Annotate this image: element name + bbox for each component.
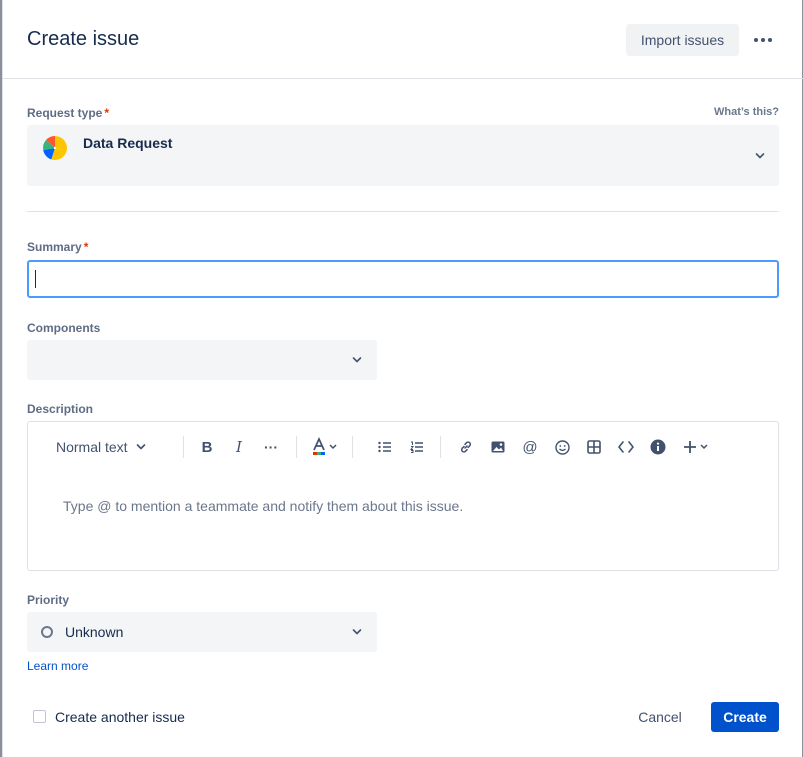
import-issues-button[interactable]: Import issues	[626, 24, 739, 56]
description-label: Description	[27, 402, 94, 416]
create-another-label[interactable]: Create another issue	[55, 709, 185, 725]
more-dot	[768, 38, 772, 42]
emoji-glyph	[554, 439, 570, 455]
priority-value: Unknown	[65, 624, 124, 640]
description-editor[interactable]: Normal text B I ··· @ Type @ to mention …	[27, 421, 779, 571]
request-type-label: Request type *	[27, 106, 109, 120]
image-icon[interactable]	[487, 435, 509, 459]
toolbar-separator	[296, 436, 297, 458]
cancel-button[interactable]: Cancel	[627, 702, 693, 732]
emoji-icon[interactable]	[551, 435, 573, 459]
summary-label-text: Summary	[27, 240, 82, 254]
numbered-list-icon[interactable]	[406, 435, 428, 459]
text-style-dropdown[interactable]: Normal text	[56, 435, 160, 459]
chevron-down-icon	[352, 629, 362, 635]
toolbar-separator	[440, 436, 441, 458]
more-formatting-icon[interactable]: ···	[260, 435, 282, 459]
table-glyph	[587, 440, 601, 454]
create-another-checkbox[interactable]	[33, 710, 46, 723]
request-type-select[interactable]: Data Request	[27, 125, 779, 186]
request-type-label-text: Request type	[27, 106, 103, 120]
section-divider	[27, 211, 779, 212]
code-icon[interactable]	[615, 435, 637, 459]
insert-plus-icon[interactable]	[681, 435, 713, 459]
modal-header: Create issue Import issues	[3, 0, 803, 79]
create-issue-modal: Create issue Import issues Request type *…	[2, 0, 803, 757]
learn-more-link[interactable]: Learn more	[27, 659, 88, 673]
more-actions-button[interactable]	[748, 26, 778, 54]
page-title: Create issue	[27, 28, 140, 50]
more-dots-icon	[754, 38, 758, 42]
components-label: Components	[27, 321, 101, 335]
chevron-down-icon	[136, 444, 145, 450]
link-glyph	[460, 441, 472, 453]
description-placeholder: Type @ to mention a teammate and notify …	[63, 498, 464, 514]
chevron-down-icon	[755, 153, 765, 159]
priority-select[interactable]: Unknown	[27, 612, 377, 652]
toolbar-separator	[352, 436, 353, 458]
insert-plus-glyph	[684, 441, 708, 453]
components-select[interactable]	[27, 340, 377, 380]
bullet-list-glyph	[378, 441, 391, 453]
table-icon[interactable]	[583, 435, 605, 459]
image-glyph	[491, 441, 505, 453]
toolbar-separator	[183, 436, 184, 458]
required-marker: *	[104, 106, 110, 120]
summary-input[interactable]	[27, 260, 779, 298]
priority-label: Priority	[27, 593, 70, 607]
more-dot	[761, 38, 765, 42]
text-cursor	[35, 270, 36, 288]
text-color-icon[interactable]	[311, 435, 343, 459]
mention-icon[interactable]: @	[519, 435, 541, 459]
required-marker: *	[83, 240, 89, 254]
text-color-glyph	[313, 437, 337, 455]
info-icon[interactable]	[647, 435, 669, 459]
chevron-down-icon	[352, 357, 362, 363]
italic-icon[interactable]: I	[228, 435, 250, 459]
info-glyph	[650, 439, 666, 455]
priority-unknown-icon	[41, 626, 53, 638]
link-icon[interactable]	[455, 435, 477, 459]
text-style-value: Normal text	[56, 439, 128, 455]
summary-label: Summary *	[27, 240, 88, 254]
bold-icon[interactable]: B	[196, 435, 218, 459]
whats-this-link[interactable]: What’s this?	[703, 106, 779, 118]
request-type-value: Data Request	[83, 135, 173, 151]
bullet-list-icon[interactable]	[374, 435, 396, 459]
code-glyph	[618, 441, 634, 453]
numbered-list-glyph	[410, 441, 423, 453]
create-button[interactable]: Create	[711, 702, 779, 732]
pie-chart-icon	[43, 135, 67, 160]
